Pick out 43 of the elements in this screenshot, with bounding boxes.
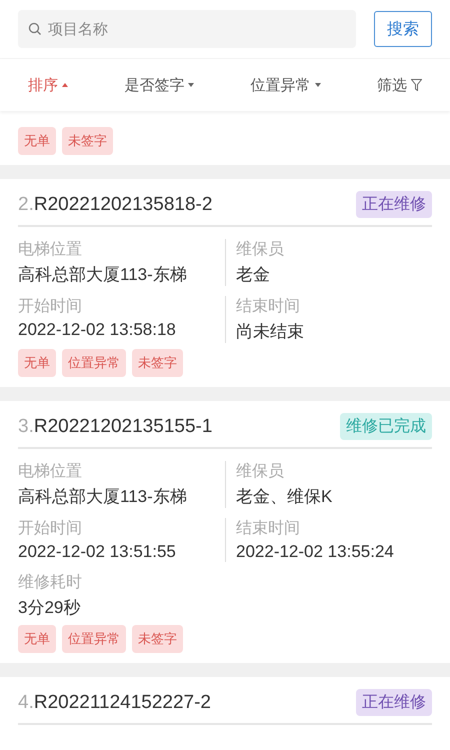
field-label: 维修耗时 xyxy=(18,572,83,593)
search-button[interactable]: 搜索 xyxy=(374,11,432,47)
field-value: 2022-12-02 13:51:55 xyxy=(18,542,177,562)
order-number: 3.R20221202135155-1 xyxy=(18,416,212,438)
field-label: 结束时间 xyxy=(236,296,301,317)
status-badge: 正在维修 xyxy=(356,191,432,218)
caret-down-icon xyxy=(188,83,194,87)
field-value: 尚未结束 xyxy=(236,321,305,343)
warning-tag: 位置异常 xyxy=(62,349,126,377)
warning-tag: 无单 xyxy=(18,349,56,377)
caret-down-icon xyxy=(314,83,321,87)
field-value: 高科总部大厦113-东梯 xyxy=(18,264,188,286)
caret-up-icon xyxy=(62,83,68,87)
warning-tag: 未签字 xyxy=(62,127,113,155)
warning-tag: 未签字 xyxy=(132,625,183,653)
field-value: 2022-12-02 13:55:24 xyxy=(236,542,395,562)
search-icon xyxy=(28,22,42,36)
warning-tag: 无单 xyxy=(18,127,56,155)
order-number: 2.R20221202135818-2 xyxy=(18,194,212,216)
funnel-icon xyxy=(410,79,422,91)
field-label: 开始时间 xyxy=(18,518,83,539)
field-label: 维保员 xyxy=(236,240,285,260)
warning-tag: 未签字 xyxy=(132,349,183,377)
field-value: 老金 xyxy=(236,264,271,286)
field-value: 3分29秒 xyxy=(18,597,82,619)
field-label: 结束时间 xyxy=(236,518,301,539)
field-value: 高科总部大厦113-东梯 xyxy=(18,486,188,508)
filter-tab[interactable]: 排序 xyxy=(22,72,74,98)
warning-tag: 无单 xyxy=(18,625,56,653)
field-value: 2022-12-02 13:58:18 xyxy=(18,320,177,340)
field-value: 老金、维保K xyxy=(236,486,334,508)
warning-tag: 位置异常 xyxy=(62,625,126,653)
filter-tab[interactable]: 位置异常 xyxy=(244,72,327,98)
field-label: 维保员 xyxy=(236,462,285,482)
order-number: 4.R20221124152227-2 xyxy=(18,692,212,714)
field-label: 电梯位置 xyxy=(18,240,83,260)
filter-tab[interactable]: 是否签字 xyxy=(118,72,200,98)
search-field[interactable]: 项目名称 xyxy=(18,10,356,48)
filter-tab[interactable]: 筛选 xyxy=(370,72,428,98)
field-label: 电梯位置 xyxy=(18,462,83,482)
field-label: 开始时间 xyxy=(18,296,83,317)
status-badge: 维修已完成 xyxy=(340,413,432,440)
status-badge: 正在维修 xyxy=(356,689,432,716)
